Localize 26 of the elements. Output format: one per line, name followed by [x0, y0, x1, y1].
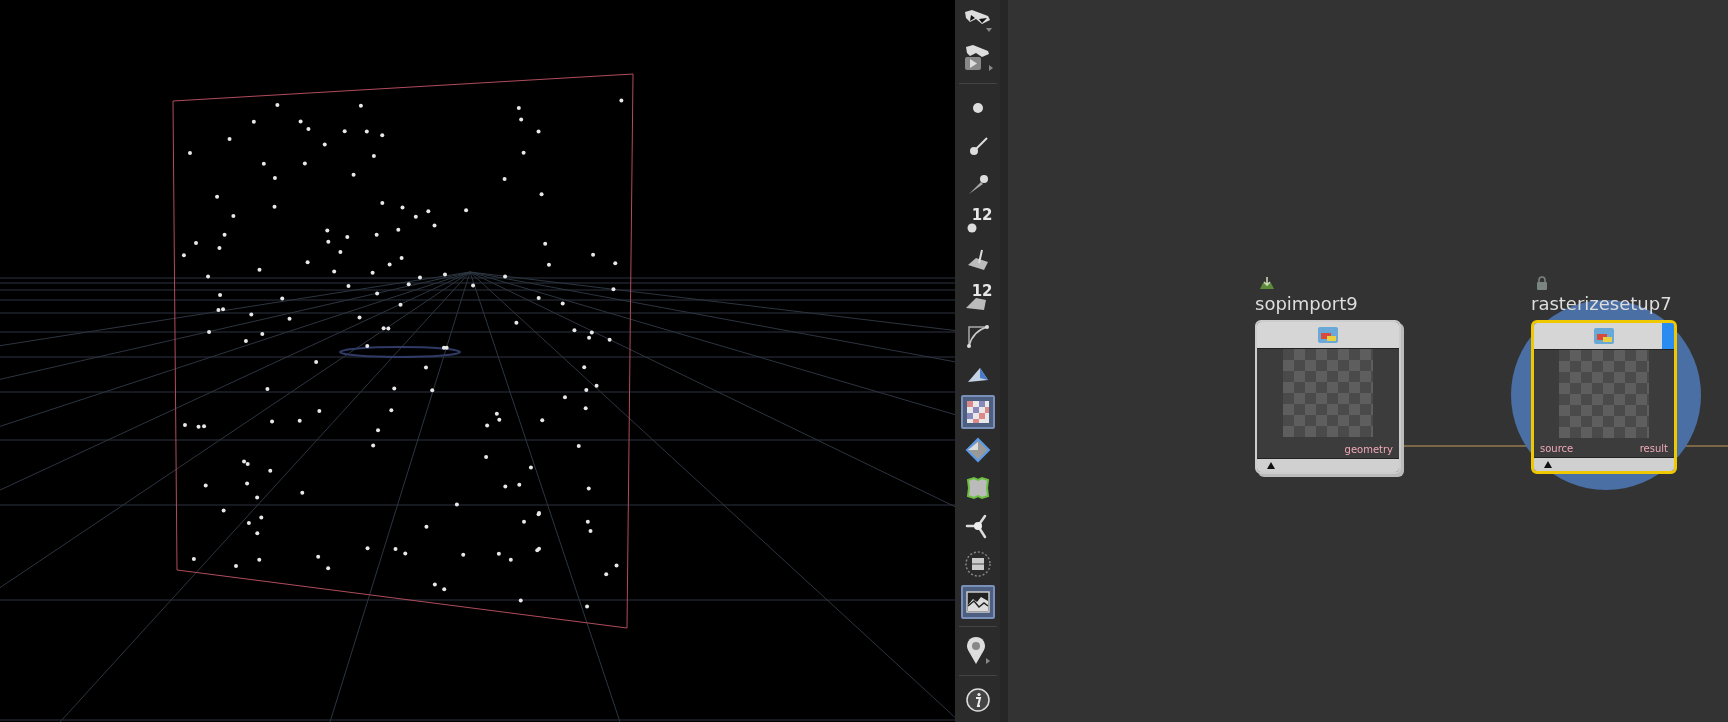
curve-icon — [964, 323, 991, 349]
number-label: 12 — [971, 283, 993, 299]
input-port[interactable]: source — [1540, 443, 1574, 455]
diamond-icon — [964, 437, 991, 463]
checker-icon — [964, 399, 991, 425]
triangle-icon — [1267, 462, 1275, 469]
output-port[interactable]: result — [1639, 443, 1668, 455]
plane-icon — [965, 296, 986, 310]
image-icon — [964, 589, 991, 615]
tool-button[interactable] — [960, 585, 995, 619]
triangle-icon — [1544, 461, 1552, 468]
pin-icon — [964, 636, 991, 666]
network-node[interactable]: source result — [1531, 320, 1677, 474]
cube-icon — [964, 475, 991, 501]
sphere-icon — [965, 222, 978, 234]
import-icon — [1259, 276, 1275, 290]
number-label: 12 — [971, 207, 993, 223]
tool-button[interactable]: 12 — [960, 205, 995, 239]
info-icon — [964, 687, 991, 713]
circle-bars-icon — [963, 550, 992, 578]
tool-button[interactable] — [960, 395, 995, 429]
node-name: sopimport9 — [1255, 292, 1359, 316]
lock-icon — [1535, 276, 1549, 290]
network-node[interactable]: geometry — [1255, 320, 1401, 474]
output-port[interactable]: geometry — [1344, 444, 1393, 456]
tool-button[interactable]: 12 — [960, 281, 995, 315]
